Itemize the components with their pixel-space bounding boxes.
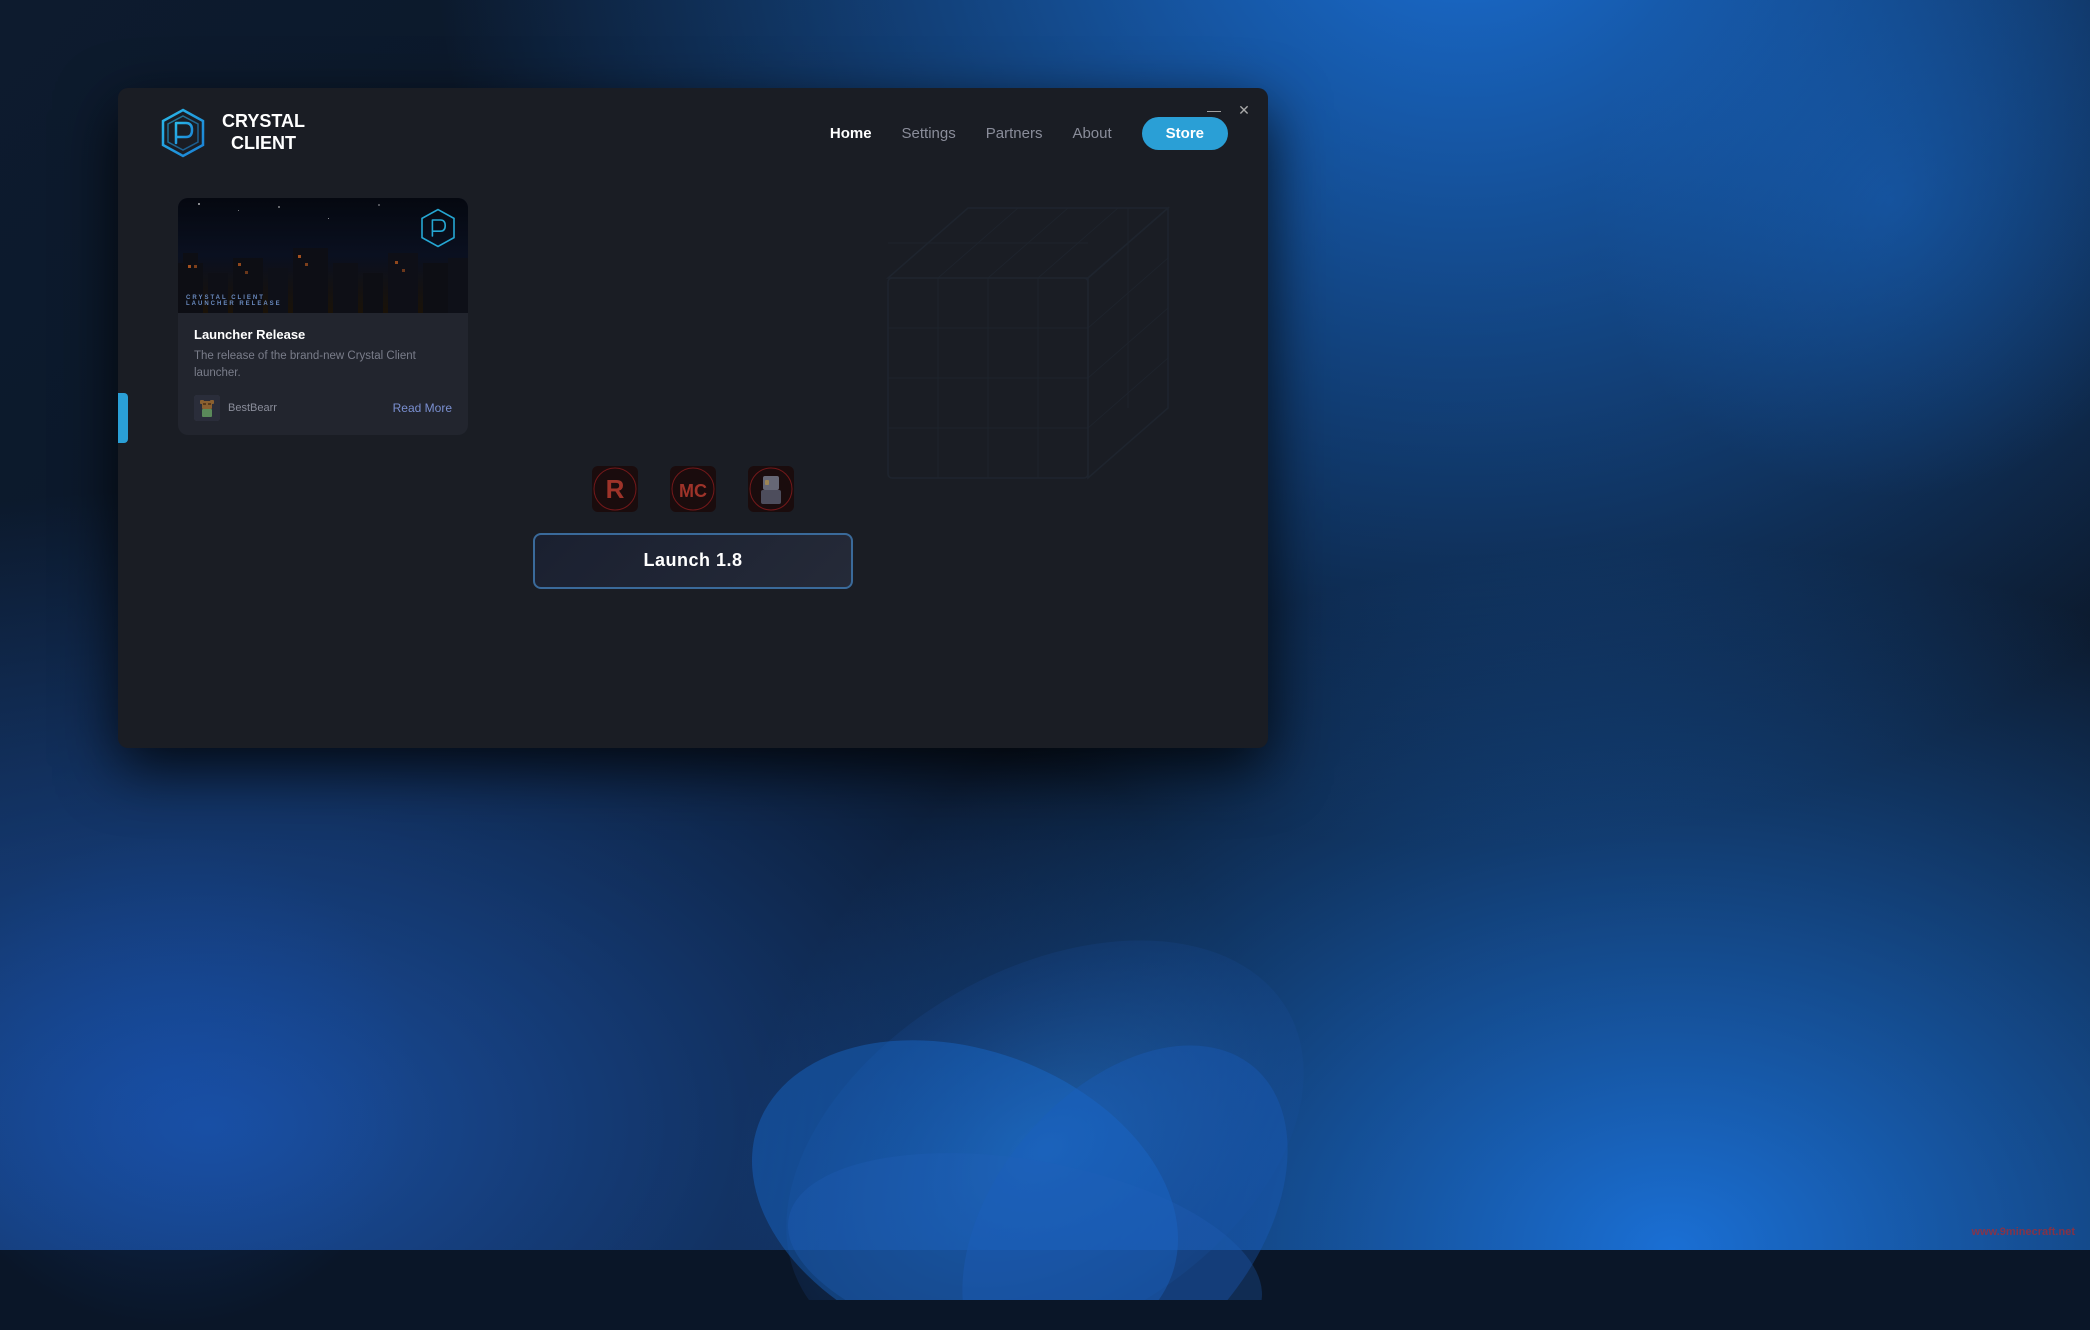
bg-3d-decoration (738, 178, 1238, 678)
news-footer: BestBearr Read More (194, 395, 452, 421)
main-content: CRYSTAL CLIENTLAUNCHER RELEASE Launcher … (118, 178, 1268, 609)
watermark: www.9minecraft.net (1971, 1226, 2075, 1238)
author-area: BestBearr (194, 395, 277, 421)
win11-flower-decoration (645, 800, 1445, 1300)
nav-home[interactable]: Home (830, 125, 872, 142)
launch-button[interactable]: Launch 1.8 (533, 533, 853, 589)
news-description: The release of the brand-new Crystal Cli… (194, 348, 452, 383)
titlebar: — ✕ (1190, 88, 1268, 132)
author-name: BestBearr (228, 402, 277, 414)
server-icon-3[interactable] (747, 465, 795, 513)
server-icon-2[interactable]: MC (669, 465, 717, 513)
thumb-logo-overlay (418, 208, 458, 253)
header: CRYSTAL CLIENT Home Settings Partners Ab… (118, 88, 1268, 178)
nav-partners[interactable]: Partners (986, 125, 1043, 142)
minimize-button[interactable]: — (1200, 96, 1228, 124)
news-thumbnail: CRYSTAL CLIENTLAUNCHER RELEASE (178, 198, 468, 313)
author-avatar (194, 395, 220, 421)
launch-label: Launch 1.8 (643, 550, 742, 571)
svg-text:MC: MC (679, 481, 707, 501)
logo-area: CRYSTAL CLIENT (158, 108, 305, 158)
close-button[interactable]: ✕ (1230, 96, 1258, 124)
app-window: — ✕ (118, 88, 1268, 748)
news-card[interactable]: CRYSTAL CLIENTLAUNCHER RELEASE Launcher … (178, 198, 468, 435)
thumb-scene: CRYSTAL CLIENTLAUNCHER RELEASE (178, 198, 468, 313)
news-body: Launcher Release The release of the bran… (178, 313, 468, 435)
nav-about[interactable]: About (1072, 125, 1111, 142)
main-nav: Home Settings Partners About Store (830, 117, 1228, 150)
svg-text:R: R (606, 474, 625, 504)
launch-area: Launch 1.8 (178, 533, 1208, 589)
server-icon-1[interactable]: R (591, 465, 639, 513)
nav-settings[interactable]: Settings (902, 125, 956, 142)
news-title: Launcher Release (194, 327, 452, 342)
thumb-subtitle: CRYSTAL CLIENTLAUNCHER RELEASE (186, 295, 282, 307)
logo-icon (158, 108, 208, 158)
app-title: CRYSTAL CLIENT (222, 111, 305, 154)
server-icons-area: R MC (178, 465, 1208, 513)
read-more-button[interactable]: Read More (393, 397, 452, 419)
